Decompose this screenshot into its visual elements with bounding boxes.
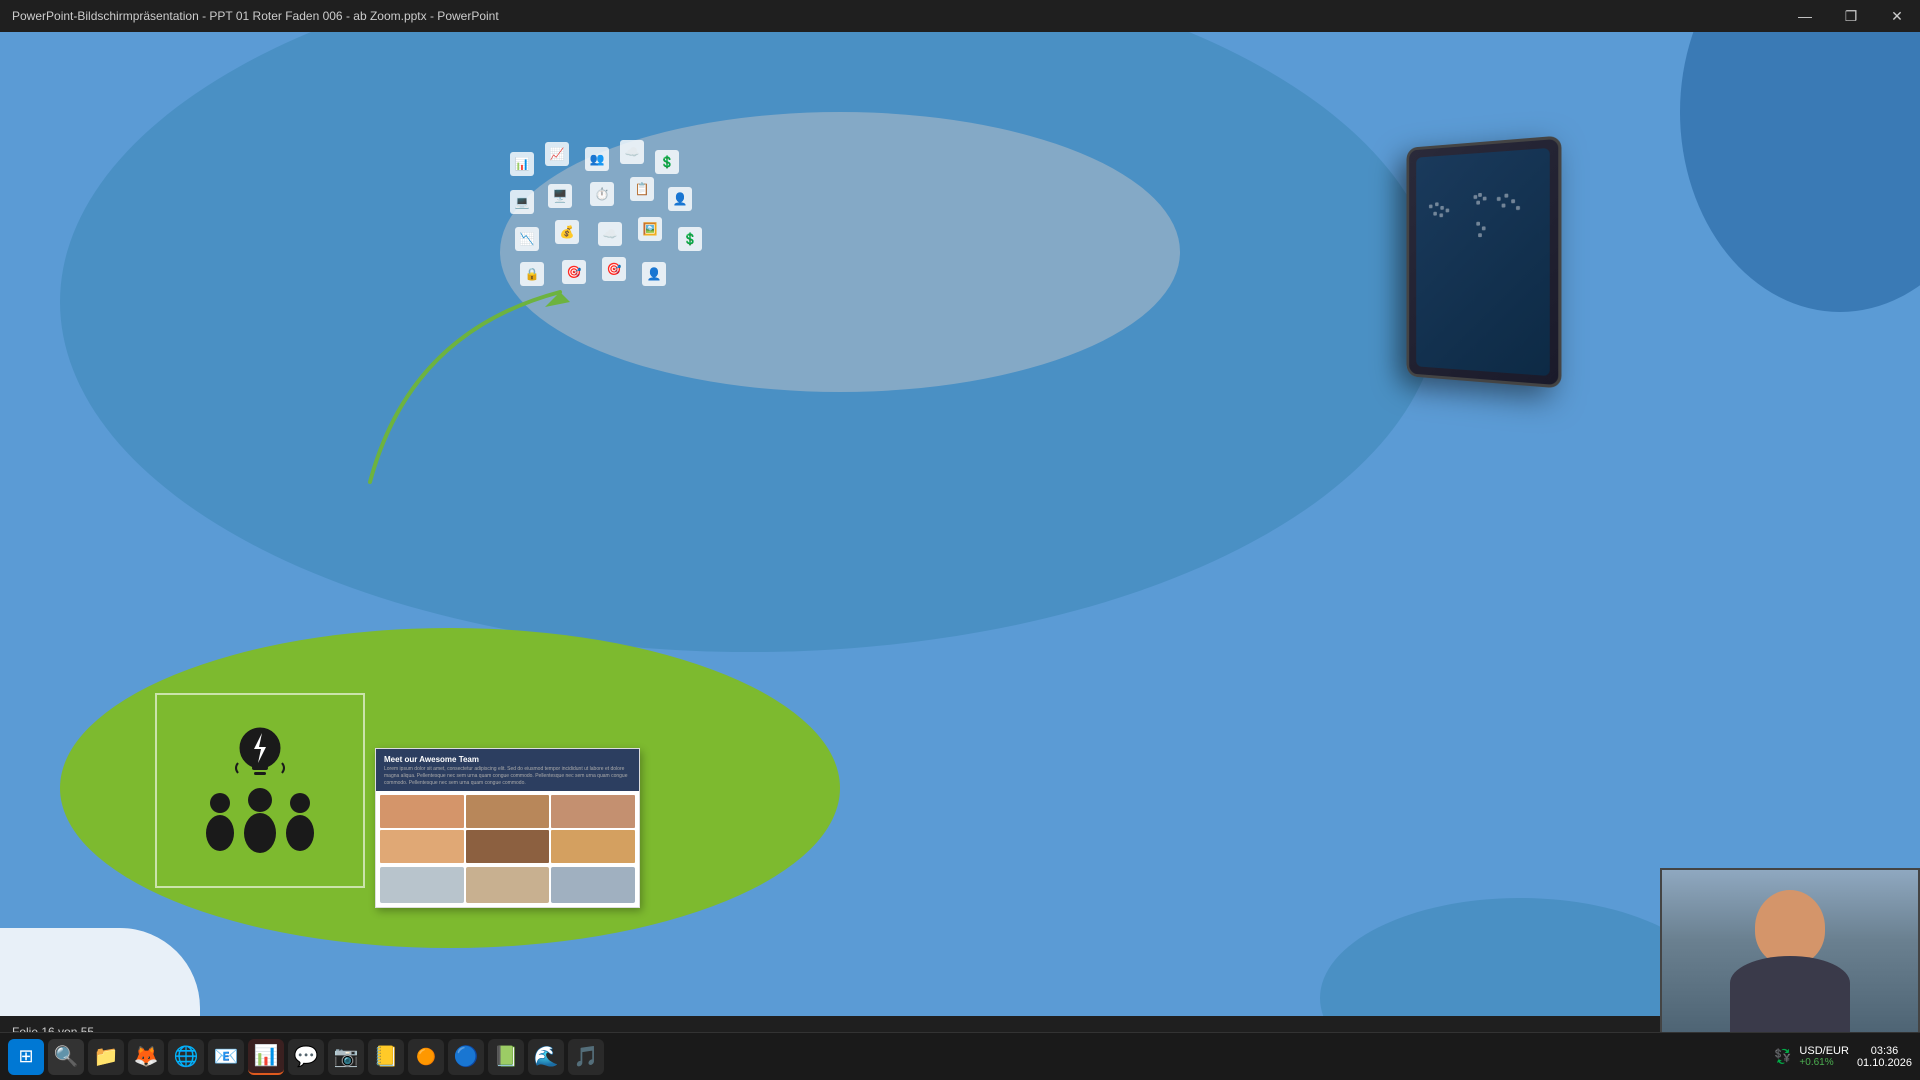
team-icon-box [155, 693, 365, 888]
taskbar-app1[interactable]: 🟠 [408, 1039, 444, 1075]
world-icon-2: 📈 [545, 142, 569, 166]
taskbar-onenote[interactable]: 📒 [368, 1039, 404, 1075]
taskbar-firefox[interactable]: 🦊 [128, 1039, 164, 1075]
title-bar-text: PowerPoint-Bildschirmpräsentation - PPT … [12, 9, 499, 23]
green-arrow-svg [330, 232, 630, 532]
world-icon-5: 💲 [655, 150, 679, 174]
world-icon-9: 📋 [630, 177, 654, 201]
team-photo-6 [551, 830, 635, 863]
restore-button[interactable]: ❐ [1828, 0, 1874, 32]
currency-icon: 💱 [1774, 1048, 1791, 1065]
world-icon-7: 🖥️ [548, 184, 572, 208]
slide-card-body [376, 791, 639, 867]
bottom-photo-3 [551, 867, 635, 903]
photo-grid [380, 795, 635, 863]
team-photo-1 [380, 795, 464, 828]
close-button[interactable]: ✕ [1874, 0, 1920, 32]
slide-area: 📊 📈 👥 ☁️ 💲 💻 🖥️ ⏱️ 📋 👤 📉 💰 ☁️ 🖼️ 💲 🔒 🎯 🎯… [0, 32, 1920, 1048]
taskbar-chrome[interactable]: 🌐 [168, 1039, 204, 1075]
taskbar-excel[interactable]: 📗 [488, 1039, 524, 1075]
slide-thumbnail-card[interactable]: Meet our Awesome Team Lorem ipsum dolor … [375, 748, 640, 908]
taskbar-app3[interactable]: 🎵 [568, 1039, 604, 1075]
title-bar: PowerPoint-Bildschirmpräsentation - PPT … [0, 0, 1920, 32]
world-icon-19: 👤 [642, 262, 666, 286]
world-icon-1: 📊 [510, 152, 534, 176]
tablet-screen [1416, 148, 1550, 376]
taskbar: ⊞ 🔍 📁 🦊 🌐 📧 📊 💬 📷 📒 🟠 🔵 📗 🌊 🎵 💱 US [0, 1032, 1920, 1080]
clock-time: 03:36 [1857, 1045, 1912, 1057]
taskbar-icons: ⊞ 🔍 📁 🦊 🌐 📧 📊 💬 📷 📒 🟠 🔵 📗 🌊 🎵 [0, 1039, 612, 1075]
bottom-photo-1 [380, 867, 464, 903]
window-controls[interactable]: — ❐ ✕ [1782, 0, 1920, 32]
taskbar-app2[interactable]: 🔵 [448, 1039, 484, 1075]
people-group-icon [200, 788, 320, 858]
taskbar-edge[interactable]: 🌊 [528, 1039, 564, 1075]
slide-card-header: Meet our Awesome Team Lorem ipsum dolor … [376, 749, 639, 791]
world-icon-3: 👥 [585, 147, 609, 171]
taskbar-search[interactable]: 🔍 [48, 1039, 84, 1075]
world-icon-10: 👤 [668, 187, 692, 211]
slide-card-body-text: Lorem ipsum dolor sit amet, consectetur … [384, 766, 631, 787]
team-photo-4 [380, 830, 464, 863]
world-icon-6: 💻 [510, 190, 534, 214]
taskbar-teams[interactable]: 💬 [288, 1039, 324, 1075]
blue-top-right-shape [1680, 32, 1920, 312]
taskbar-camera[interactable]: 📷 [328, 1039, 364, 1075]
presenter-head [1755, 890, 1825, 965]
currency-display: USD/EUR +0.61% [1799, 1045, 1849, 1068]
currency-change: +0.61% [1799, 1057, 1849, 1068]
taskbar-right: 💱 USD/EUR +0.61% 03:36 01.10.2026 [1774, 1045, 1912, 1069]
bottom-photo-2 [466, 867, 550, 903]
team-photo-2 [466, 795, 550, 828]
team-photo-5 [466, 830, 550, 863]
world-icon-15: 💲 [678, 227, 702, 251]
world-icon-8: ⏱️ [590, 182, 614, 206]
lightbulb-lightning-icon [230, 723, 290, 788]
minimize-button[interactable]: — [1782, 0, 1828, 32]
taskbar-file-explorer[interactable]: 📁 [88, 1039, 124, 1075]
taskbar-powerpoint[interactable]: 📊 [248, 1039, 284, 1075]
tablet-device [1407, 135, 1562, 388]
team-icon-inner [200, 723, 320, 858]
tablet-container [1160, 132, 1580, 432]
clock-date: 01.10.2026 [1857, 1057, 1912, 1069]
team-photo-3 [551, 795, 635, 828]
slide-card-title-text: Meet our Awesome Team [384, 755, 631, 764]
currency-pair: USD/EUR [1799, 1045, 1849, 1057]
webcam-overlay [1660, 868, 1920, 1048]
taskbar-outlook[interactable]: 📧 [208, 1039, 244, 1075]
world-icon-4: ☁️ [620, 140, 644, 164]
slide-card-bottom-photos [376, 867, 639, 907]
world-icon-14: 🖼️ [638, 217, 662, 241]
tablet-screen-map [1416, 148, 1550, 376]
presenter-video [1662, 870, 1918, 1046]
taskbar-clock[interactable]: 03:36 01.10.2026 [1857, 1045, 1912, 1069]
start-button[interactable]: ⊞ [8, 1039, 44, 1075]
